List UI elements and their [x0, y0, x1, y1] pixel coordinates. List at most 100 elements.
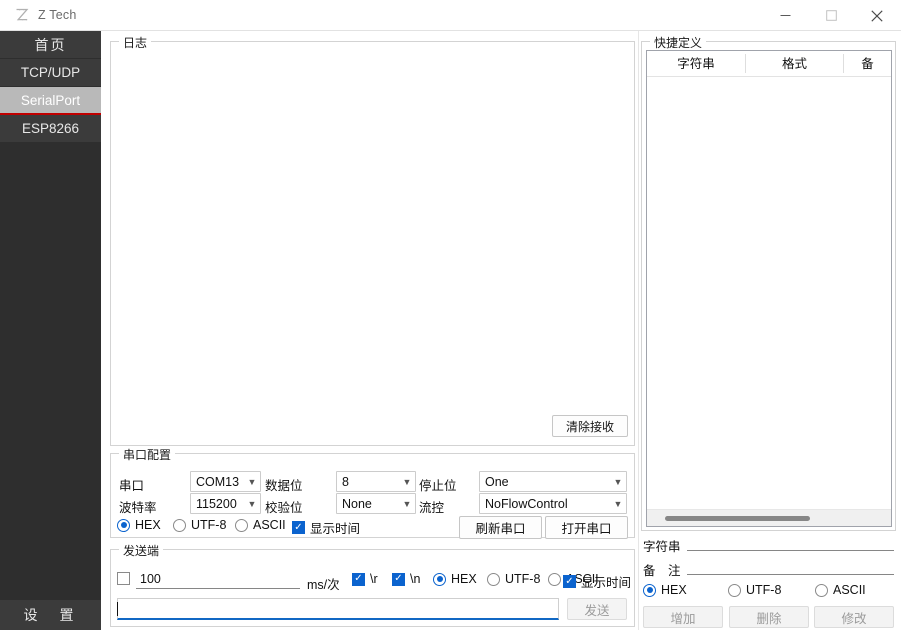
radio-icon [728, 583, 741, 597]
recv-encoding-ascii-radio[interactable]: ASCII [235, 518, 286, 532]
radio-icon [235, 518, 248, 532]
recv-encoding-hex-radio[interactable]: HEX [117, 518, 161, 532]
log-output-area[interactable] [112, 50, 633, 444]
send-cr-checkbox[interactable]: ✓ \r [352, 572, 378, 586]
quick-add-label: 增加 [670, 611, 696, 626]
serial-config-group: 串口配置 串口 COM13 ▼ 数据位 8 ▼ 停止位 One ▼ 波特率 11… [110, 446, 635, 539]
table-horizontal-scrollbar[interactable] [647, 509, 891, 526]
parity-value: None [342, 496, 372, 511]
quick-encoding-utf8-radio[interactable]: UTF-8 [728, 583, 781, 597]
databits-value: 8 [342, 474, 349, 489]
chevron-down-icon: ▼ [402, 476, 412, 487]
recv-encoding-utf8-radio[interactable]: UTF-8 [173, 518, 226, 532]
chevron-down-icon: ▼ [247, 476, 257, 487]
maximize-button[interactable] [808, 0, 854, 31]
sidebar-item-home[interactable]: 首页 [0, 31, 101, 59]
sidebar-item-label: TCP/UDP [20, 65, 81, 80]
z-logo-icon [13, 7, 30, 24]
radio-icon [815, 583, 828, 597]
recv-show-time-label: 显示时间 [310, 522, 361, 536]
quick-encoding-utf8-label: UTF-8 [746, 583, 782, 597]
send-group: 发送端 ms/次 ✓ \r ✓ \n HEX UTF-8 ASCII ✓ 显示时… [110, 542, 635, 627]
checkmark-icon: ✓ [563, 575, 576, 588]
send-encoding-hex-radio[interactable]: HEX [433, 572, 477, 586]
scrollbar-thumb[interactable] [665, 516, 810, 521]
column-header-format[interactable]: 格式 [746, 51, 843, 77]
quick-delete-button[interactable]: 删除 [729, 606, 809, 628]
quick-modify-button[interactable]: 修改 [814, 606, 894, 628]
sidebar-item-label: SerialPort [20, 93, 81, 108]
radio-icon [173, 518, 186, 532]
sidebar-item-tcp-udp[interactable]: TCP/UDP [0, 59, 101, 87]
parity-label: 校验位 [265, 501, 303, 515]
sidebar-settings-label: 设 置 [23, 607, 78, 623]
sidebar-item-label: 首页 [34, 37, 67, 53]
sidebar-item-esp8266[interactable]: ESP8266 [0, 115, 101, 143]
quick-encoding-ascii-radio[interactable]: ASCII [815, 583, 866, 597]
checkmark-icon [117, 572, 130, 585]
chevron-down-icon: ▼ [613, 476, 623, 487]
column-header-note[interactable]: 备 [844, 51, 891, 77]
column-header-string[interactable]: 字符串 [647, 51, 745, 77]
chevron-down-icon: ▼ [613, 498, 623, 509]
radio-icon [487, 572, 500, 586]
send-lf-label: \n [410, 572, 421, 586]
quick-add-button[interactable]: 增加 [643, 606, 723, 628]
sidebar: 首页 TCP/UDP SerialPort ESP8266 设 置 [0, 31, 101, 630]
parity-select[interactable]: None ▼ [336, 493, 416, 514]
flowcontrol-label: 流控 [419, 501, 445, 515]
quick-encoding-hex-label: HEX [661, 583, 687, 597]
clear-receive-button[interactable]: 清除接收 [552, 415, 628, 437]
send-show-time-checkbox-group[interactable]: ✓ 显示时间 [563, 572, 631, 591]
close-button[interactable] [854, 0, 900, 31]
quick-encoding-ascii-label: ASCII [833, 583, 866, 597]
recv-encoding-ascii-label: ASCII [253, 518, 286, 532]
log-group-title: 日志 [119, 34, 152, 51]
quick-note-label: 备 注 [643, 564, 681, 578]
checkmark-icon: ✓ [352, 572, 365, 586]
radio-icon [548, 572, 561, 586]
quick-define-title: 快捷定义 [650, 34, 707, 51]
radio-icon [643, 583, 656, 597]
quick-modify-label: 修改 [841, 611, 867, 626]
quick-encoding-hex-radio[interactable]: HEX [643, 583, 687, 597]
send-show-time-label: 显示时间 [581, 576, 632, 590]
quick-string-input[interactable] [687, 532, 894, 551]
flowcontrol-select[interactable]: NoFlowControl ▼ [479, 493, 627, 514]
table-header-row: 字符串 格式 备 [647, 51, 891, 77]
quick-define-table[interactable]: 字符串 格式 备 [646, 50, 892, 527]
databits-label: 数据位 [265, 479, 303, 493]
databits-select[interactable]: 8 ▼ [336, 471, 416, 492]
send-button[interactable]: 发送 [567, 598, 627, 620]
port-label: 串口 [119, 479, 145, 493]
app-title: Z Tech [38, 8, 77, 22]
send-message-input[interactable] [117, 598, 559, 620]
baudrate-select[interactable]: 115200 ▼ [190, 493, 261, 514]
log-group: 日志 清除接收 [110, 34, 635, 446]
send-interval-unit-label: ms/次 [307, 578, 340, 592]
quick-note-input[interactable] [687, 556, 894, 575]
send-group-title: 发送端 [119, 542, 164, 559]
port-select[interactable]: COM13 ▼ [190, 471, 261, 492]
send-cr-label: \r [370, 572, 378, 586]
flowcontrol-value: NoFlowControl [485, 496, 568, 511]
minimize-button[interactable] [762, 0, 808, 31]
send-interval-checkbox[interactable] [117, 572, 135, 585]
sidebar-item-settings[interactable]: 设 置 [0, 600, 101, 630]
send-lf-checkbox[interactable]: ✓ \n [392, 572, 420, 586]
open-port-label: 打开串口 [561, 522, 612, 536]
send-encoding-utf8-radio[interactable]: UTF-8 [487, 572, 540, 586]
chevron-down-icon: ▼ [247, 498, 257, 509]
open-port-button[interactable]: 打开串口 [545, 516, 628, 539]
recv-show-time-checkbox[interactable]: ✓ 显示时间 [292, 518, 360, 537]
refresh-port-button[interactable]: 刷新串口 [459, 516, 542, 539]
send-interval-input[interactable] [136, 570, 300, 589]
checkmark-icon: ✓ [292, 521, 305, 534]
panel-divider [638, 31, 639, 630]
sidebar-item-serialport[interactable]: SerialPort [0, 87, 101, 115]
stopbits-select[interactable]: One ▼ [479, 471, 627, 492]
recv-encoding-hex-label: HEX [135, 518, 161, 532]
recv-encoding-utf8-label: UTF-8 [191, 518, 227, 532]
clear-receive-label: 清除接收 [565, 419, 614, 434]
chevron-down-icon: ▼ [402, 498, 412, 509]
